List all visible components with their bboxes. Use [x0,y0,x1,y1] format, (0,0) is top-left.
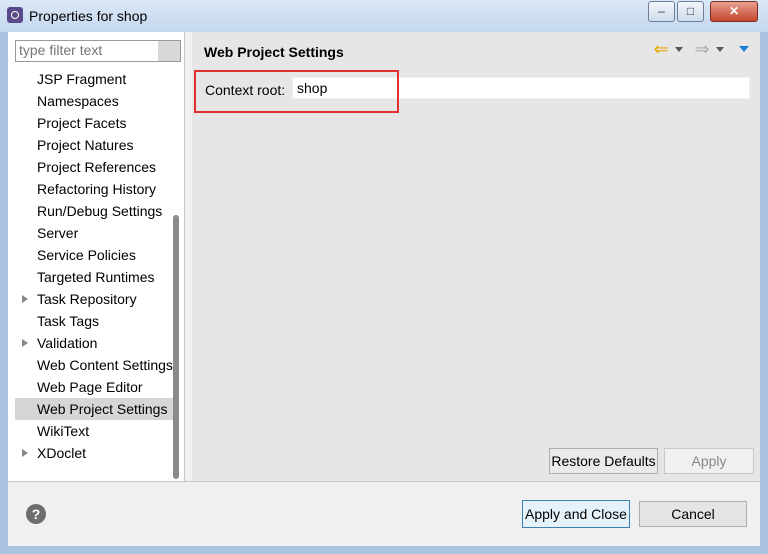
tree-item[interactable]: Web Project Settings [15,398,175,420]
tree-item[interactable]: Service Policies [15,244,175,266]
tree-item[interactable]: Project References [15,156,175,178]
tree-item-label: Namespaces [37,93,119,109]
tree-item-label: WikiText [37,423,90,439]
tree-item-label: Server [37,225,79,241]
apply-and-close-button[interactable]: Apply and Close [522,500,630,528]
tree-item[interactable]: Task Tags [15,310,175,332]
tree-item[interactable]: WikiText [15,420,175,442]
clear-filter-icon[interactable] [158,41,180,61]
tree-item[interactable]: Validation [15,332,175,354]
footer-divider [8,481,760,482]
forward-arrow-icon[interactable]: ⇒ [692,39,712,59]
filter-box [15,40,181,62]
title-bar: Properties for shop – □ ✕ [0,0,768,32]
help-icon[interactable]: ? [26,504,46,524]
expand-arrow-icon[interactable] [22,449,28,457]
tree-item[interactable]: XDoclet [15,442,175,464]
tree-item-label: Task Repository [37,291,137,307]
tree-item[interactable]: Targeted Runtimes [15,266,175,288]
tree-item-label: JSP Fragment [37,71,127,87]
tree-item-label: Refactoring History [37,181,157,197]
restore-defaults-button[interactable]: Restore Defaults [549,448,658,474]
category-tree: JSP Fragment Namespaces Project Facets Proj… [15,68,175,464]
view-menu-icon[interactable] [739,46,749,52]
tree-item[interactable]: Task Repository [15,288,175,310]
properties-dialog: Properties for shop – □ ✕ JSP Fragment Na… [0,0,768,554]
close-button[interactable]: ✕ [710,1,758,22]
tree-item-label: Validation [37,335,98,351]
expand-arrow-icon[interactable] [22,295,28,303]
tree-item-label: Targeted Runtimes [37,269,155,285]
cancel-button[interactable]: Cancel [639,501,747,527]
tree-item-label: Web Page Editor [37,379,143,395]
category-pane: JSP Fragment Namespaces Project Facets Proj… [8,32,185,481]
window-title: Properties for shop [29,8,148,24]
tree-item-label: Service Policies [37,247,136,263]
tree-item-label: Task Tags [37,313,99,329]
eclipse-app-icon [7,7,23,23]
minimize-button[interactable]: – [648,1,675,22]
tree-item[interactable]: Project Facets [15,112,175,134]
tree-item[interactable]: Namespaces [15,90,175,112]
maximize-button[interactable]: □ [677,1,704,22]
tree-item-label: Project Facets [37,115,127,131]
tree-item[interactable]: Server [15,222,175,244]
back-arrow-icon[interactable]: ⇐ [651,39,671,59]
filter-input[interactable] [16,41,157,59]
tree-item[interactable]: Project Natures [15,134,175,156]
back-dropdown-icon[interactable] [675,47,683,52]
tree-item-label: Project Natures [37,137,134,153]
tree-item[interactable]: JSP Fragment [15,68,175,90]
settings-page: Web Project Settings ⇐ ⇒ Context root: R… [192,32,760,481]
tree-item-label: Run/Debug Settings [37,203,163,219]
tree-item[interactable]: Web Page Editor [15,376,175,398]
page-title: Web Project Settings [204,44,344,60]
tree-item-label: Project References [37,159,157,175]
tree-item[interactable]: Web Content Settings [15,354,175,376]
forward-dropdown-icon[interactable] [716,47,724,52]
apply-button[interactable]: Apply [664,448,754,474]
expand-arrow-icon[interactable] [22,339,28,347]
highlight-box [194,70,399,113]
dialog-body: JSP Fragment Namespaces Project Facets Proj… [8,32,760,546]
tree-item[interactable]: Run/Debug Settings [15,200,175,222]
tree-item-label: Web Project Settings [37,401,168,417]
tree-scrollbar[interactable] [173,215,179,479]
tree-item-label: XDoclet [37,445,87,461]
tree-item[interactable]: Refactoring History [15,178,175,200]
tree-item-label: Web Content Settings [37,357,173,373]
